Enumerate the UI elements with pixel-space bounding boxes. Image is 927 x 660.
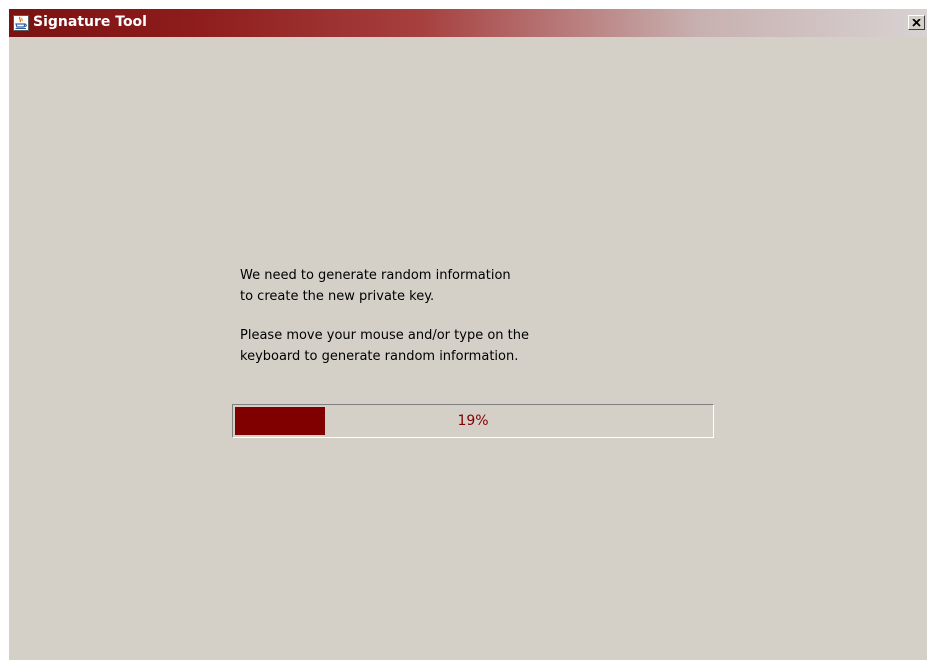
progress-percent-label: 19% — [457, 413, 489, 429]
window-title: Signature Tool — [33, 14, 147, 30]
close-x-icon — [912, 18, 921, 27]
signature-tool-window: Signature Tool We need to generate rando… — [8, 8, 927, 660]
java-cup-icon — [13, 15, 29, 31]
instruction-message: We need to generate random information t… — [240, 265, 660, 367]
progress-bar: 19% — [232, 404, 714, 438]
message-line-2: to create the new private key. — [240, 289, 435, 304]
close-button[interactable] — [908, 15, 925, 30]
message-line-3: Please move your mouse and/or type on th… — [240, 328, 529, 343]
message-line-1: We need to generate random information — [240, 268, 511, 283]
progress-track: 19% — [235, 407, 711, 435]
content-panel: We need to generate random information t… — [9, 37, 927, 660]
title-bar[interactable]: Signature Tool — [9, 9, 927, 37]
message-line-4: keyboard to generate random information. — [240, 349, 519, 364]
